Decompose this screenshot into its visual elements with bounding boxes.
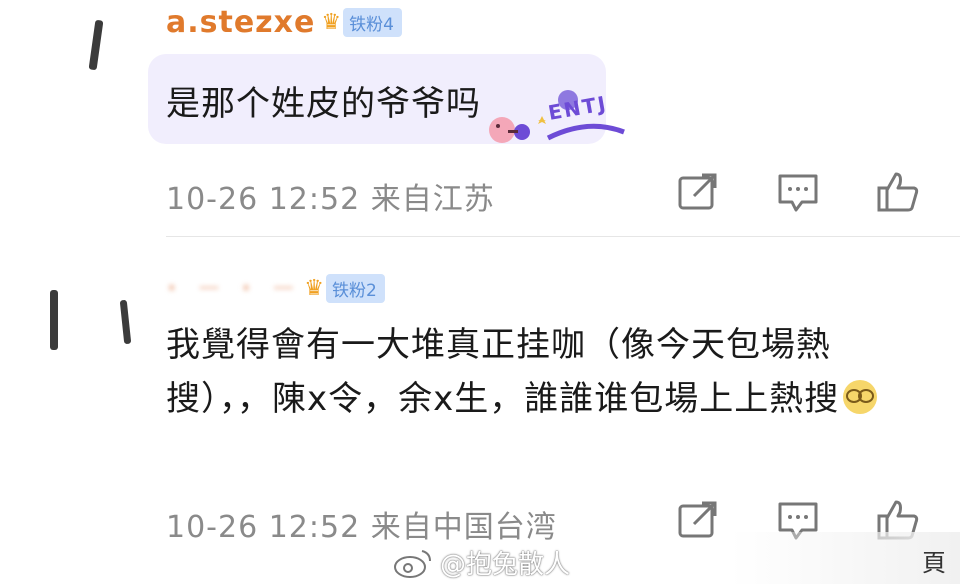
comment-author-row: · ─ · ─ ♛ 铁粉2	[166, 268, 385, 308]
thumbs-up-icon	[877, 172, 919, 212]
share-icon	[678, 501, 717, 538]
share-icon	[678, 173, 717, 210]
crown-icon: ♛	[321, 9, 342, 35]
comment-text: 我覺得會有一大堆真正挂咖（像今天包場熱搜），，陳x令，余x生，誰誰谁包場上上熱搜	[166, 318, 936, 426]
reply-button[interactable]	[776, 170, 820, 214]
crown-icon: ♛	[304, 275, 324, 301]
avatar[interactable]	[30, 280, 140, 380]
share-button[interactable]	[676, 498, 720, 542]
comment-icon	[778, 174, 818, 212]
fan-badge[interactable]: 铁粉2	[325, 273, 385, 303]
corner-text: 頁	[922, 549, 946, 577]
watermark: @抱兔散人	[392, 544, 570, 581]
username[interactable]: · ─ · ─	[166, 271, 298, 306]
username[interactable]: a.stezxe	[166, 5, 315, 40]
comment-actions	[0, 170, 960, 214]
watermark-text: @抱兔散人	[440, 550, 571, 580]
comment-author-row: a.stezxe ♛ 铁粉4	[166, 2, 402, 42]
glasses-face-emoji-icon	[843, 380, 878, 414]
bottom-overlay: 頁	[730, 532, 960, 584]
fan-badge[interactable]: 铁粉4	[343, 7, 402, 37]
comment-divider	[166, 236, 960, 237]
avatar[interactable]	[30, 0, 140, 100]
comment-item: a.stezxe ♛ 铁粉4 是那个姓皮的爷爷吗 ENTJ 10-26 12:5…	[0, 0, 960, 238]
comment-text: 是那个姓皮的爷爷吗	[166, 84, 481, 124]
like-button[interactable]	[876, 170, 920, 214]
weibo-logo-icon	[394, 549, 431, 578]
share-button[interactable]	[676, 170, 720, 214]
